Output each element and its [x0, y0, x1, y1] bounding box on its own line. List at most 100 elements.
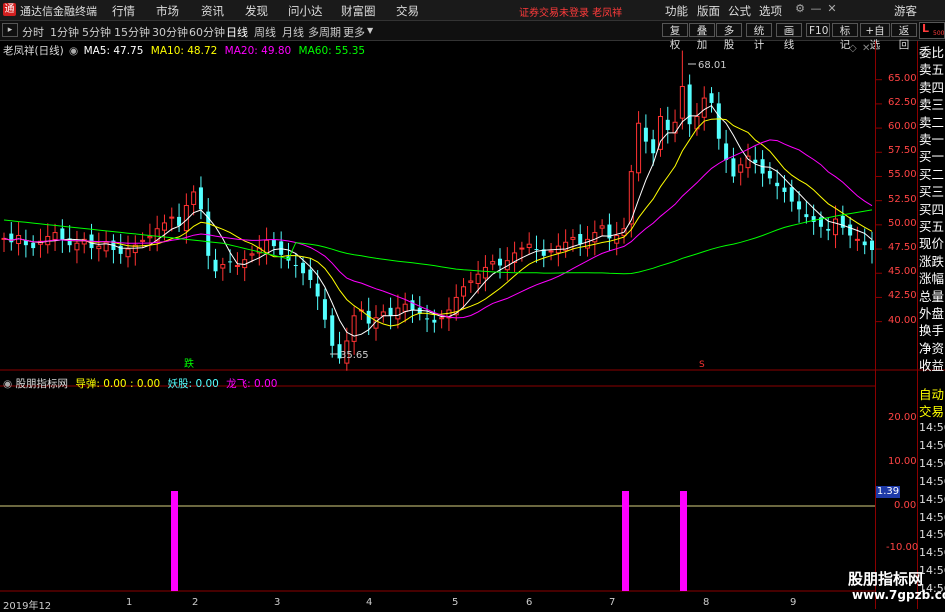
- period-fenshi[interactable]: 分时: [22, 24, 44, 40]
- candle-body: [482, 266, 488, 279]
- ma5-value: MA5: 47.75: [83, 45, 144, 57]
- period-weekly[interactable]: 周线: [254, 24, 276, 40]
- date-label: 9: [790, 597, 797, 608]
- candle-body: [74, 242, 80, 251]
- menu-gongneng[interactable]: 功能: [665, 3, 688, 19]
- period-daily[interactable]: 日线: [226, 24, 248, 40]
- menu-xuanxiang[interactable]: 选项: [759, 3, 782, 19]
- legend-toggle-icon[interactable]: ◉: [69, 45, 78, 57]
- back-button[interactable]: 返回: [891, 23, 917, 51]
- period-60min[interactable]: 60分钟: [189, 24, 225, 40]
- s-signal-label: S: [699, 360, 705, 370]
- trade-time: 14:56: [919, 510, 945, 524]
- ma10-value: MA10: 48.72: [150, 45, 218, 57]
- period-30min[interactable]: 30分钟: [152, 24, 188, 40]
- period-5min[interactable]: 5分钟: [82, 24, 111, 40]
- period-1min[interactable]: 1分钟: [50, 24, 79, 40]
- candle-body: [293, 265, 298, 267]
- indicator-name: 股朋指标网: [15, 378, 69, 390]
- candle-body: [862, 241, 867, 246]
- menu-banmian[interactable]: 版面: [697, 3, 720, 19]
- candle-body: [643, 127, 648, 142]
- candle-body: [60, 228, 65, 241]
- candle-body: [870, 240, 874, 251]
- diejia-button[interactable]: 叠加: [689, 23, 715, 51]
- candle-body: [271, 240, 276, 247]
- candle-body: [716, 103, 721, 139]
- price-axis-label: 55.00: [888, 169, 917, 181]
- price-axis-label: 47.50: [888, 242, 917, 254]
- sub-axis-label: 10.00: [888, 456, 917, 467]
- candle-body: [388, 307, 393, 316]
- candle-body: [526, 243, 532, 248]
- date-label: 1: [126, 597, 133, 608]
- f10-button[interactable]: F10: [806, 23, 830, 37]
- sub-toggle-icon[interactable]: ◉: [3, 378, 12, 390]
- date-label: 7: [609, 597, 616, 608]
- minimize-icon[interactable]: —: [809, 2, 823, 16]
- auto-label[interactable]: 自动: [919, 386, 945, 403]
- kline-chart[interactable]: 68.01 35.65 跌 S: [0, 41, 945, 609]
- chart-diamond-icon[interactable]: ◇: [849, 43, 857, 54]
- quote-row-label: 买一: [919, 149, 945, 165]
- candle-body: [570, 236, 576, 240]
- close-icon[interactable]: ✕: [825, 2, 839, 16]
- quote-row-label: 卖一: [919, 132, 945, 147]
- signal-bar: [680, 491, 687, 591]
- price-axis-label: 40.00: [888, 314, 917, 326]
- trade-label[interactable]: 交易: [919, 403, 945, 420]
- add-watchlist-button[interactable]: +自选: [860, 23, 890, 51]
- ma60-value: MA60: 55.35: [298, 45, 366, 57]
- settings-icon[interactable]: ⚙: [793, 2, 807, 16]
- candle-body: [578, 234, 583, 245]
- stock-name: 老凤祥(日线): [3, 45, 64, 57]
- daodan-value: 导弹: 0.00 : 0.00: [75, 378, 161, 390]
- menu-jiaoyi[interactable]: 交易: [396, 3, 419, 19]
- quote-row-label: 现价: [919, 236, 945, 252]
- quote-row-label: 卖四: [919, 79, 945, 95]
- period-multi[interactable]: 多周期: [308, 24, 341, 40]
- chart-close-icon[interactable]: ✕: [862, 43, 870, 54]
- period-more[interactable]: 更多: [343, 24, 365, 40]
- price-axis-label: 45.00: [888, 266, 917, 278]
- menu-caifuquan[interactable]: 财富圈: [341, 3, 376, 19]
- date-label: 2: [192, 597, 199, 608]
- huaxian-button[interactable]: 画线: [776, 23, 802, 51]
- biaoji-button[interactable]: 标记: [832, 23, 858, 51]
- period-monthly[interactable]: 月线: [282, 24, 304, 40]
- yaogu-value: 妖股: 0.00: [167, 378, 219, 390]
- duogu-button[interactable]: 多股: [716, 23, 742, 51]
- menu-zixun[interactable]: 资讯: [201, 3, 224, 19]
- ma60-line: [3, 209, 873, 275]
- min-price-label: 35.65: [340, 350, 369, 361]
- candle-body: [96, 245, 102, 250]
- main-legend: 老凤祥(日线) ◉ MA5: 47.75 MA10: 48.72 MA20: 4…: [3, 43, 365, 58]
- guest-login-link[interactable]: 游客: [894, 3, 917, 19]
- level2-badge[interactable]: L 500: [919, 22, 945, 39]
- tongji-button[interactable]: 统计: [746, 23, 772, 51]
- menu-shichang[interactable]: 市场: [156, 3, 179, 19]
- menu-faxian[interactable]: 发现: [245, 3, 268, 19]
- candle-body: [519, 247, 525, 250]
- candle-body: [198, 187, 203, 210]
- ma-lines: [3, 104, 873, 337]
- candle-body: [264, 239, 270, 254]
- candle-body: [724, 143, 729, 161]
- fuquan-button[interactable]: 复权: [662, 23, 688, 51]
- quote-row-label: 净资: [919, 340, 945, 356]
- candle-body: [330, 315, 335, 346]
- period-15min[interactable]: 15分钟: [114, 24, 150, 40]
- more-chevron-icon[interactable]: ▼: [367, 26, 373, 35]
- candle-body: [826, 228, 831, 231]
- menu-bar: 通 通达信金融终端 行情 市场 资讯 发现 问小达 财富圈 交易 证券交易未登录…: [0, 0, 945, 21]
- menu-hangqing[interactable]: 行情: [112, 3, 135, 19]
- price-axis-label: 65.00: [888, 72, 917, 84]
- candle-body: [804, 214, 809, 218]
- quote-row-label: 委比: [919, 45, 945, 60]
- toggle-panel-icon[interactable]: ▸: [2, 23, 18, 37]
- candle-body: [490, 261, 496, 265]
- menu-wenxiaoda[interactable]: 问小达: [288, 3, 323, 19]
- menu-gongshi[interactable]: 公式: [728, 3, 751, 19]
- max-price-label: 68.01: [698, 60, 727, 71]
- sub-axis-label: 20.00: [888, 412, 917, 423]
